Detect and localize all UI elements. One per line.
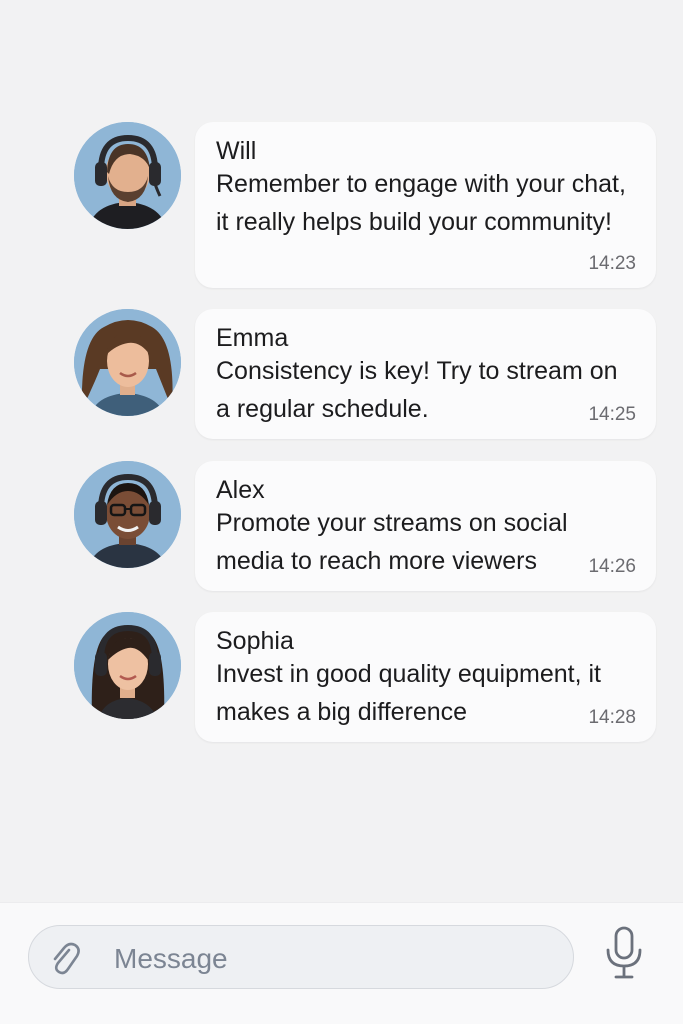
avatar-alex[interactable]: [74, 461, 181, 568]
message-bubble[interactable]: Sophia Invest in good quality equipment,…: [195, 612, 656, 742]
message-input[interactable]: Message: [28, 925, 574, 989]
message-time: 14:26: [588, 556, 636, 577]
sender-name: Will: [216, 137, 257, 165]
message-text: Consistency is key! Try to stream on a r…: [216, 357, 618, 423]
message-bubble[interactable]: Emma Consistency is key! Try to stream o…: [195, 309, 656, 439]
sender-name: Emma: [216, 324, 289, 352]
message-text: Remember to engage with your chat, it re…: [216, 170, 626, 236]
message-composer: Message: [0, 902, 683, 1024]
person-headset-avatar-icon: [74, 612, 181, 719]
chat-screen: Will Remember to engage with your chat, …: [0, 0, 683, 1024]
sender-name: Sophia: [216, 627, 294, 655]
message-time: 14:23: [588, 253, 636, 274]
message-placeholder: Message: [114, 943, 228, 974]
message-bubble[interactable]: Alex Promote your streams on social medi…: [195, 461, 656, 591]
message-time: 14:28: [588, 707, 636, 728]
message-time: 14:25: [588, 404, 636, 425]
message-text: Invest in good quality equipment, it mak…: [216, 660, 601, 726]
person-headset-avatar-icon: [74, 122, 181, 229]
avatar-will[interactable]: [74, 122, 181, 229]
avatar-sophia[interactable]: [74, 612, 181, 719]
sender-name: Alex: [216, 476, 265, 504]
message-text: Promote your streams on social media to …: [216, 509, 568, 575]
avatar-emma[interactable]: [74, 309, 181, 416]
paperclip-icon[interactable]: [47, 940, 83, 976]
message-bubble[interactable]: Will Remember to engage with your chat, …: [195, 122, 656, 288]
microphone-icon[interactable]: [603, 926, 645, 980]
person-avatar-icon: [74, 309, 181, 416]
person-headset-glasses-avatar-icon: [74, 461, 181, 568]
message-thread: Will Remember to engage with your chat, …: [0, 0, 683, 900]
